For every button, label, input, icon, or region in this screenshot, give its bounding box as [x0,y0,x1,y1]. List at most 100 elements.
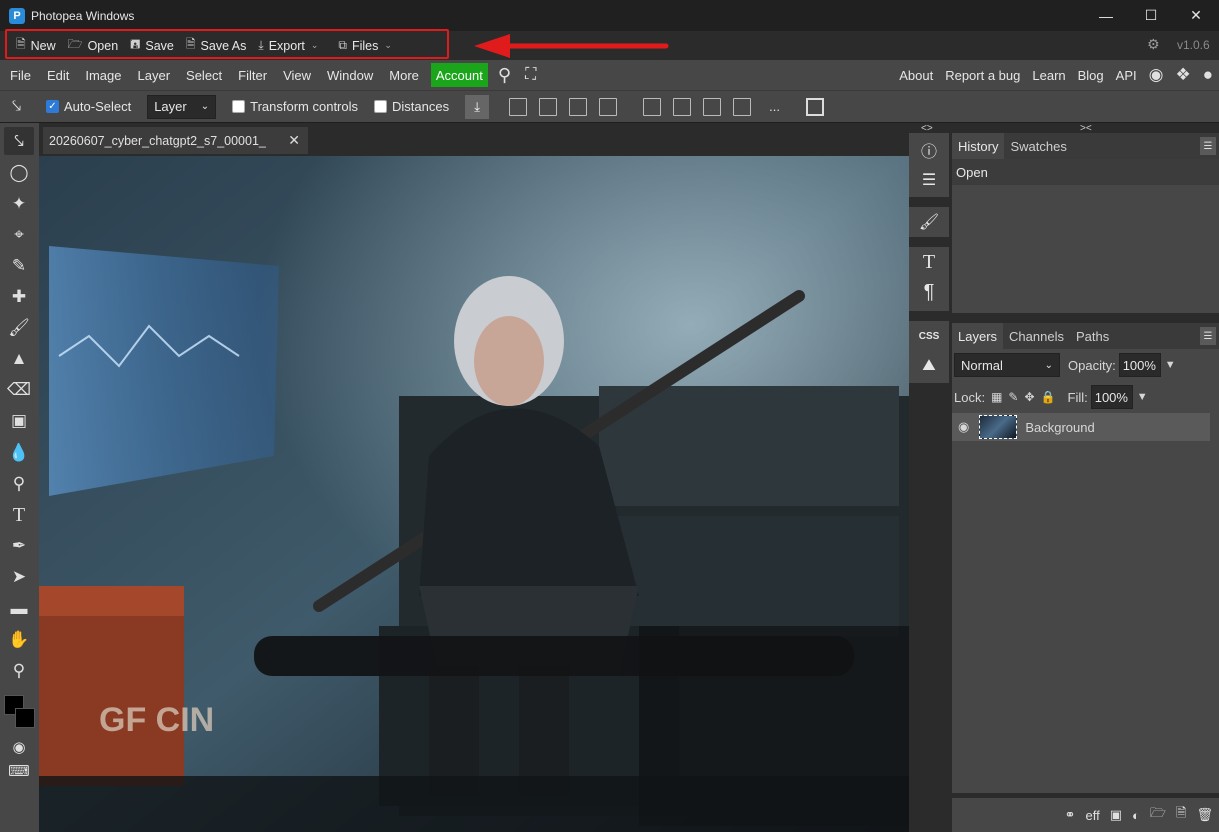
gear-icon[interactable]: ⚙ [1147,36,1160,53]
menu-api[interactable]: API [1110,60,1143,90]
search-icon[interactable]: ⚲ [498,65,511,86]
tab-history[interactable]: History [952,133,1005,159]
type-tool-icon[interactable]: T [4,501,34,529]
effects-button[interactable]: eff [1086,808,1100,823]
lock-position-icon[interactable]: ✥ [1024,390,1034,404]
twitter-icon[interactable]: ❖ [1169,65,1196,85]
lock-transparency-icon[interactable]: ▦ [991,390,1002,404]
lock-all-icon[interactable]: 🔒 [1041,390,1056,404]
account-button[interactable]: Account [430,63,488,87]
minimize-button[interactable]: — [1083,0,1129,31]
menu-select[interactable]: Select [178,60,230,90]
dodge-tool-icon[interactable]: ⚲ [4,470,34,498]
document-tab[interactable]: 20260607_cyber_chatgpt2_s7_00001_ ✕ [43,127,308,154]
reddit-icon[interactable]: ◉ [1143,65,1170,85]
chevron-down-icon: ⌄ [200,101,210,112]
keyboard-icon[interactable]: ⌨ [4,757,34,785]
rectangle-tool-icon[interactable]: ▬ [4,595,34,623]
menu-report-bug[interactable]: Report a bug [939,60,1026,90]
lasso-tool-icon[interactable]: ◯ [4,159,34,187]
link-icon[interactable]: ⚭ [1065,807,1076,823]
layer-name[interactable]: Background [1025,420,1094,435]
menu-window[interactable]: Window [319,60,381,90]
triangle-down-icon[interactable]: ▼ [1165,359,1176,371]
checkbox-checked-icon: ✓ [46,100,59,113]
mask-icon[interactable]: ▣ [1110,807,1122,823]
align-top-icon[interactable] [643,97,662,116]
menu-view[interactable]: View [275,60,319,90]
panel-menu-icon[interactable]: ☰ [1200,327,1216,345]
fullscreen-icon[interactable]: ⛶ [525,66,536,84]
transform-controls-checkbox[interactable]: Transform controls [232,99,358,114]
fill-label: Fill: [1067,389,1088,405]
brush-tool-icon[interactable]: 🖌 [4,314,34,342]
distribute-v-icon[interactable] [733,97,752,116]
blend-mode-select[interactable]: Normal ⌄ [954,353,1060,377]
align-download-icon[interactable]: ⤓ [465,94,490,119]
triangle-down-icon[interactable]: ▼ [1137,391,1148,403]
menu-file[interactable]: File [2,60,39,90]
history-entry[interactable]: Open [952,159,1219,185]
menu-more[interactable]: More [381,60,427,90]
hand-tool-icon[interactable]: ✋ [4,626,34,654]
close-icon[interactable]: ✕ [288,132,300,149]
align-center-h-icon[interactable] [539,97,558,116]
image-icon[interactable]: ⛰ [916,353,942,379]
menu-about[interactable]: About [893,60,939,90]
lock-pixels-icon[interactable]: ✎ [1008,390,1018,404]
folder-icon[interactable]: 🗁 [1150,804,1166,826]
css-icon[interactable]: CSS [916,323,942,349]
new-layer-icon[interactable]: 🗎 [1176,804,1186,826]
path-select-icon[interactable]: ➤ [4,563,34,591]
background-color-swatch[interactable] [15,708,35,728]
brush-panel-icon[interactable]: 🖌 [916,209,942,235]
more-options[interactable]: ... [769,99,780,114]
tab-layers[interactable]: Layers [952,323,1004,349]
healing-brush-icon[interactable]: ✚ [4,283,34,311]
tab-swatches[interactable]: Swatches [1004,133,1072,159]
menu-edit[interactable]: Edit [39,60,77,90]
eye-icon[interactable]: ◉ [958,419,969,435]
adjustment-layer-icon[interactable]: ◐ [1132,808,1140,823]
grid-icon[interactable] [805,97,824,116]
character-icon[interactable]: T [916,249,942,275]
menu-image[interactable]: Image [77,60,129,90]
tab-paths[interactable]: Paths [1070,323,1115,349]
magic-wand-icon[interactable]: ✦ [4,190,34,218]
menu-filter[interactable]: Filter [230,60,275,90]
layer-group-select[interactable]: Layer ⌄ [147,94,217,119]
blur-tool-icon[interactable]: 💧 [4,439,34,467]
fill-input[interactable]: 100% [1090,385,1133,409]
zoom-tool-icon[interactable]: ⚲ [4,657,34,685]
layer-row[interactable]: ◉ Background [952,413,1210,441]
menu-blog[interactable]: Blog [1072,60,1110,90]
eyedropper-icon[interactable]: ✎ [4,252,34,280]
align-bottom-icon[interactable] [703,97,722,116]
panel-menu-icon[interactable]: ☰ [1200,137,1216,155]
align-middle-icon[interactable] [673,97,692,116]
crop-tool-icon[interactable]: ⌖ [4,221,34,249]
info-icon[interactable]: ⓘ [916,137,942,163]
paragraph-icon[interactable]: ¶ [916,279,942,305]
auto-select-checkbox[interactable]: ✓ Auto-Select [46,99,131,114]
align-right-icon[interactable] [569,97,588,116]
menu-layer[interactable]: Layer [130,60,179,90]
distribute-h-icon[interactable] [599,97,618,116]
opacity-input[interactable]: 100% [1118,353,1161,377]
menu-learn[interactable]: Learn [1026,60,1071,90]
pen-tool-icon[interactable]: ✒ [4,532,34,560]
document-tab-title: 20260607_cyber_chatgpt2_s7_00001_ [49,133,266,148]
image-canvas[interactable]: GF CIN [39,156,909,832]
maximize-button[interactable]: ☐ [1128,0,1174,31]
tab-channels[interactable]: Channels [1003,323,1070,349]
align-left-icon[interactable] [509,97,528,116]
move-tool-icon[interactable]: ⤥ [4,127,34,155]
gradient-tool-icon[interactable]: ▣ [4,407,34,435]
close-window-button[interactable]: ✕ [1173,0,1219,31]
trash-icon[interactable]: 🗑 [1196,807,1213,823]
eraser-tool-icon[interactable]: ⌫ [4,376,34,404]
facebook-icon[interactable]: ● [1197,65,1219,85]
adjustments-icon[interactable]: ☰ [916,167,942,193]
distances-checkbox[interactable]: Distances [374,99,449,114]
stamp-tool-icon[interactable]: ▲ [4,345,34,373]
